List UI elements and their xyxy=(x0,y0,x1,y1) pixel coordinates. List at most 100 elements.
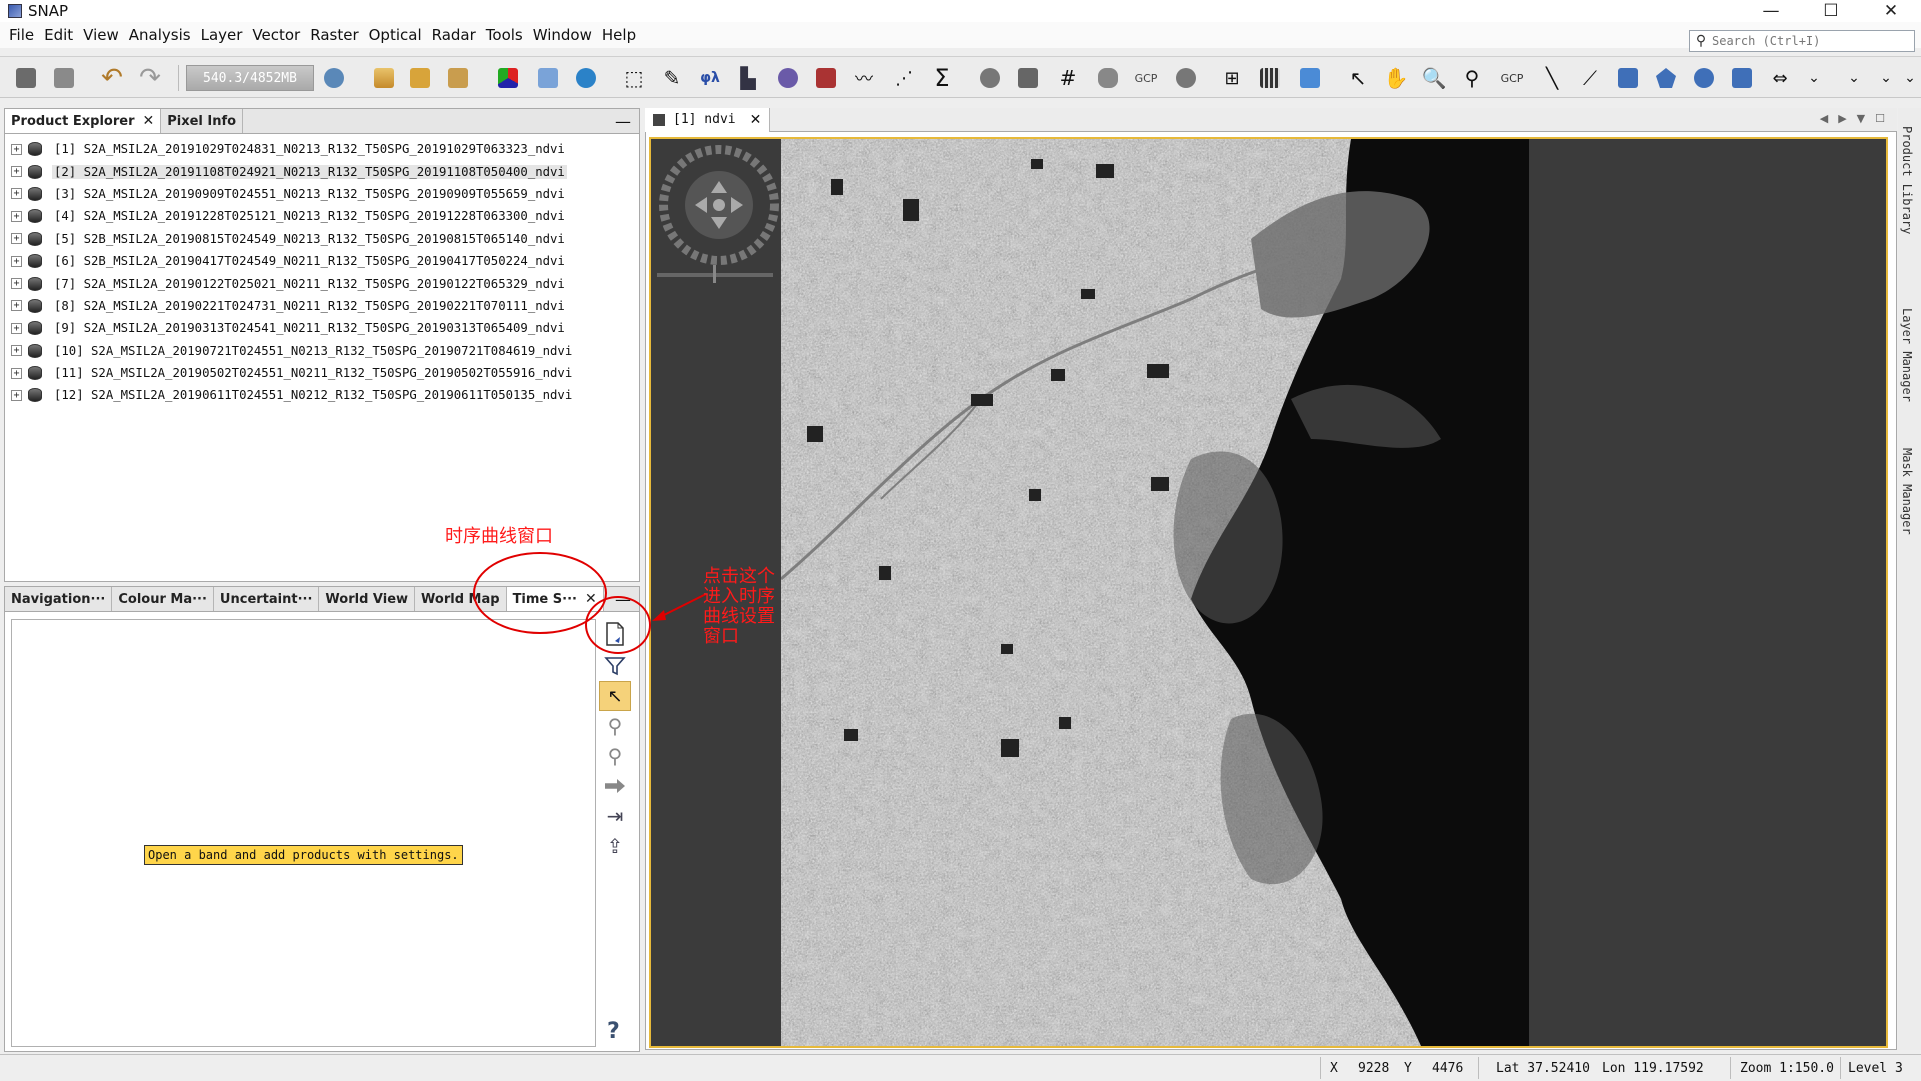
synchronize-icon[interactable] xyxy=(1296,64,1324,92)
expand-icon[interactable]: + xyxy=(11,322,22,334)
dock-mask-manager[interactable]: Mask Manager xyxy=(1900,448,1914,535)
tab-world-view[interactable]: World View xyxy=(319,587,416,611)
dock-layer-manager[interactable]: Layer Manager xyxy=(1900,308,1914,402)
expand-icon[interactable]: + xyxy=(11,255,22,267)
product-tree-item[interactable]: + [11] S2A_MSIL2A_20190502T024551_N0211_R… xyxy=(5,362,639,384)
export-data-button[interactable]: ⇥ xyxy=(599,801,631,831)
spectrum-icon[interactable]: φλ xyxy=(696,64,724,92)
menu-radar[interactable]: Radar xyxy=(427,26,481,44)
rectangle-drawing-icon[interactable] xyxy=(1614,64,1642,92)
pin-icon[interactable] xyxy=(1094,64,1122,92)
edit-geometry-icon[interactable]: ✎ xyxy=(658,64,686,92)
zoom-tool-icon[interactable]: 🔍 xyxy=(1420,64,1448,92)
import-icon[interactable] xyxy=(406,64,434,92)
undo-icon[interactable]: ↶ xyxy=(98,63,126,93)
dock-product-library[interactable]: Product Library xyxy=(1900,126,1914,234)
sum-icon[interactable]: Σ xyxy=(928,64,956,92)
zoom-slider[interactable] xyxy=(657,265,773,283)
gcp-icon[interactable]: GCP xyxy=(1132,64,1160,92)
expand-icon[interactable]: + xyxy=(11,188,22,200)
menu-view[interactable]: View xyxy=(78,26,124,44)
gcp-placing-icon[interactable]: GCP xyxy=(1498,64,1526,92)
ndvi-image-canvas[interactable] xyxy=(649,137,1888,1048)
toolbar-overflow-icon-3[interactable]: ⌄ xyxy=(1896,64,1921,92)
product-tree-item[interactable]: + [4] S2A_MSIL2A_20191228T025121_N0213_R1… xyxy=(5,205,639,227)
product-tree-item[interactable]: + [3] S2A_MSIL2A_20190909T024551_N0213_R1… xyxy=(5,183,639,205)
layer-icon[interactable] xyxy=(534,64,562,92)
statistics-icon[interactable] xyxy=(812,64,840,92)
show-pins-button[interactable]: ⚲ xyxy=(599,711,631,741)
navigation-compass[interactable] xyxy=(659,145,779,265)
tab-list-icon[interactable]: ▼ xyxy=(1857,112,1865,125)
toolbar-overflow-icon[interactable]: ⌄ xyxy=(1840,64,1868,92)
geometry-icon[interactable]: ⬚ xyxy=(620,64,648,92)
expand-icon[interactable]: + xyxy=(11,300,22,312)
expand-icon[interactable]: + xyxy=(11,367,22,379)
information-icon[interactable] xyxy=(774,64,802,92)
grid-icon[interactable]: ⊞ xyxy=(1218,64,1246,92)
band-maths-icon[interactable] xyxy=(370,64,398,92)
product-tree-item[interactable]: + [8] S2A_MSIL2A_20190221T024731_N0211_R1… xyxy=(5,295,639,317)
pin-placing-icon[interactable]: ⚲ xyxy=(1458,64,1486,92)
graticule-icon[interactable]: # xyxy=(1054,64,1082,92)
product-tree-item[interactable]: + [6] S2B_MSIL2A_20190417T024549_N0211_R1… xyxy=(5,250,639,272)
scroll-left-icon[interactable]: ◀ xyxy=(1820,112,1828,125)
pin-manager-icon[interactable] xyxy=(976,64,1004,92)
gcp-manager-icon[interactable] xyxy=(1172,64,1200,92)
export-image-button[interactable]: ⇪ xyxy=(599,831,631,861)
menu-optical[interactable]: Optical xyxy=(364,26,427,44)
menu-vector[interactable]: Vector xyxy=(247,26,305,44)
rgb-image-icon[interactable] xyxy=(494,64,522,92)
menu-tools[interactable]: Tools xyxy=(481,26,528,44)
pan-tool-icon[interactable]: ✋ xyxy=(1382,64,1410,92)
maximize-view-icon[interactable]: ☐ xyxy=(1875,112,1885,125)
collocate-icon[interactable] xyxy=(1014,64,1042,92)
polygon-drawing-icon[interactable] xyxy=(1652,64,1680,92)
show-gcps-button[interactable] xyxy=(599,771,631,801)
show-selected-pins-button[interactable]: ⚲ xyxy=(599,741,631,771)
expand-icon[interactable]: + xyxy=(11,233,22,245)
filter-button[interactable] xyxy=(599,651,631,681)
world-map-icon[interactable] xyxy=(572,64,600,92)
tab-colour-manipulation[interactable]: Colour Ma··· xyxy=(112,587,214,611)
line-drawing-icon[interactable]: ╲ xyxy=(1538,64,1566,92)
expand-icon[interactable]: + xyxy=(11,166,22,178)
profile-plot-icon[interactable]: 〰 xyxy=(850,64,878,92)
minimize-button[interactable]: — xyxy=(1741,0,1801,22)
tab-navigation[interactable]: Navigation··· xyxy=(5,587,113,611)
menu-layer[interactable]: Layer xyxy=(196,26,248,44)
product-tree-item[interactable]: + [7] S2A_MSIL2A_20190122T025021_N0211_R1… xyxy=(5,272,639,294)
minimize-panel-button[interactable]: — xyxy=(615,109,631,133)
polyline-drawing-icon[interactable]: ⟋ xyxy=(1576,64,1604,92)
range-finder-icon[interactable]: ⇔ xyxy=(1766,64,1794,92)
product-tree-item[interactable]: + [9] S2A_MSIL2A_20190313T024541_N0211_R1… xyxy=(5,317,639,339)
product-tree-item[interactable]: + [2] S2A_MSIL2A_20191108T024921_N0213_R1… xyxy=(5,160,639,182)
product-tree-item[interactable]: + [5] S2B_MSIL2A_20190815T024549_N0213_R1… xyxy=(5,228,639,250)
expand-icon[interactable]: + xyxy=(11,210,22,222)
product-tree-item[interactable]: + [1] S2A_MSIL2A_20191029T024831_N0213_R1… xyxy=(5,138,639,160)
expand-icon[interactable]: + xyxy=(11,389,22,401)
expand-icon[interactable]: + xyxy=(11,143,22,155)
scatter-plot-icon[interactable]: ⋰ xyxy=(890,64,918,92)
expand-icon[interactable]: + xyxy=(11,345,22,357)
mosaic-icon[interactable] xyxy=(1256,64,1284,92)
menu-window[interactable]: Window xyxy=(528,26,597,44)
tab-pixel-info[interactable]: Pixel Info xyxy=(161,109,244,133)
product-tree-item[interactable]: + [10] S2A_MSIL2A_20190721T024551_N0213_R… xyxy=(5,340,639,362)
close-button[interactable]: ✕ xyxy=(1861,0,1921,22)
close-tab-icon[interactable]: ✕ xyxy=(750,112,762,128)
save-product-icon[interactable] xyxy=(50,64,78,92)
tab-ndvi-view[interactable]: [1] ndvi ✕ xyxy=(645,107,771,132)
tab-uncertainty[interactable]: Uncertaint··· xyxy=(214,587,320,611)
export-icon[interactable] xyxy=(444,64,472,92)
ellipse-drawing-icon[interactable] xyxy=(1690,64,1718,92)
open-product-icon[interactable] xyxy=(12,64,40,92)
menu-help[interactable]: Help xyxy=(597,26,641,44)
menu-analysis[interactable]: Analysis xyxy=(124,26,196,44)
menu-edit[interactable]: Edit xyxy=(39,26,78,44)
product-tree-item[interactable]: + [12] S2A_MSIL2A_20190611T024551_N0212_R… xyxy=(5,384,639,406)
help-button[interactable]: ? xyxy=(607,1019,620,1044)
memory-indicator[interactable]: 540.3/4852MB xyxy=(186,65,314,91)
search-field[interactable]: ⚲ Search (Ctrl+I) xyxy=(1689,30,1915,52)
menu-raster[interactable]: Raster xyxy=(305,26,363,44)
